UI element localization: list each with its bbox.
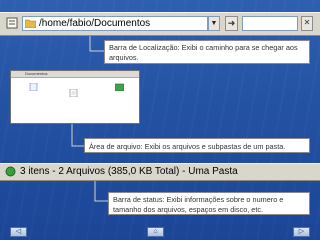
clear-icon: ✕ [303, 18, 311, 27]
next-icon: ▷ [298, 228, 305, 235]
previous-slide-button[interactable]: ◁ [10, 227, 27, 237]
file-item[interactable] [107, 83, 131, 93]
status-callout: Barra de status: Exibi informações sobre… [108, 192, 310, 215]
file-item[interactable] [61, 88, 85, 99]
folder-icon [25, 19, 36, 28]
home-icon: ⌂ [153, 228, 158, 235]
status-icon [5, 166, 16, 177]
file-area: Documentos [10, 70, 140, 124]
location-bar: /home/fabio/Documentos ▼ ➜ ✕ [0, 12, 320, 36]
file-item[interactable] [21, 82, 45, 93]
go-button[interactable]: ➜ [225, 16, 238, 31]
location-callout: Barra de Localização: Exibi o caminho pa… [104, 40, 310, 64]
previous-icon: ◁ [15, 228, 22, 235]
files-callout: Área de arquivo: Exibi os arquivos e sub… [84, 138, 310, 153]
location-dropdown-button[interactable]: ▼ [208, 16, 220, 31]
document-icon [69, 88, 77, 98]
edit-location-icon[interactable] [6, 17, 19, 29]
chevron-down-icon: ▼ [210, 20, 218, 27]
arrow-icon: ➜ [227, 18, 236, 28]
home-slide-button[interactable]: ⌂ [147, 227, 164, 237]
file-icon [29, 82, 37, 92]
search-input[interactable] [242, 16, 298, 31]
next-slide-button[interactable]: ▷ [293, 227, 310, 237]
location-path: /home/fabio/Documentos [39, 18, 151, 29]
image-icon [114, 83, 124, 92]
location-input[interactable]: /home/fabio/Documentos [22, 16, 208, 31]
status-text: 3 itens - 2 Arquivos (385,0 KB Total) - … [20, 166, 238, 177]
status-bar: 3 itens - 2 Arquivos (385,0 KB Total) - … [0, 163, 320, 181]
clear-button[interactable]: ✕ [301, 16, 313, 31]
file-area-title: Documentos [25, 71, 48, 76]
